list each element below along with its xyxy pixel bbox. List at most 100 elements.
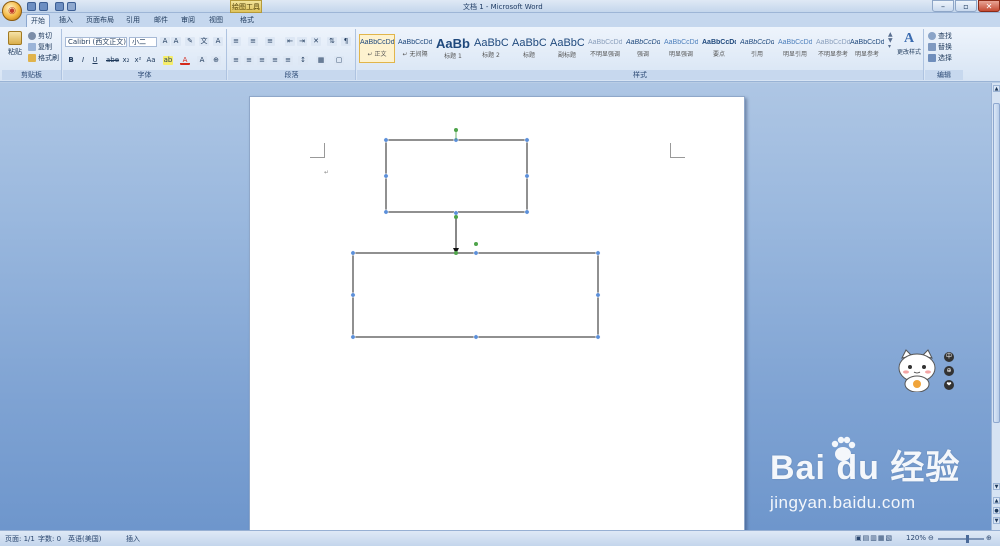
status-language[interactable]: 英语(美国) — [68, 534, 101, 544]
zoom-level[interactable]: 120% — [906, 534, 926, 542]
bullets-button[interactable]: ≡ — [231, 37, 241, 46]
tab-home[interactable]: 开始 — [26, 14, 50, 27]
numbering-button[interactable]: ≡ — [248, 37, 258, 46]
style-no-spacing[interactable]: AaBbCcDd ↵ 无间隔 — [397, 34, 433, 63]
font-color-button[interactable]: A — [180, 56, 190, 65]
prev-page-button[interactable]: ▲ — [993, 497, 1000, 504]
clear-format-button[interactable]: ✎ — [185, 37, 195, 46]
close-button[interactable]: ✕ — [978, 0, 1000, 12]
align-left-button[interactable]: ≡ — [231, 56, 241, 65]
show-marks-button[interactable]: ¶ — [341, 37, 351, 46]
connector-start-handle[interactable] — [454, 215, 458, 219]
view-buttons[interactable]: ▣▤▥▦▧ — [855, 534, 893, 542]
style-heading-2[interactable]: AaBbC 标题 2 — [473, 34, 509, 63]
styles-scroll-buttons[interactable]: ▲ ▼ ▾ — [888, 32, 893, 50]
scroll-thumb[interactable] — [993, 103, 1000, 423]
status-words[interactable]: 字数: 0 — [38, 534, 61, 544]
style-quote[interactable]: AaBbCcDd 引用 — [739, 34, 775, 63]
line-spacing-button[interactable]: ↕ — [298, 56, 308, 65]
style-subtle-emphasis[interactable]: AaBbCcDd 不明显强调 — [587, 34, 623, 63]
distributed-button[interactable]: ≡ — [283, 56, 293, 65]
style-strong[interactable]: AaBbCcDd 要点 — [701, 34, 737, 63]
phonetic-button[interactable]: 文 — [199, 37, 209, 46]
superscript-button[interactable]: x² — [133, 56, 143, 65]
status-mode[interactable]: 插入 — [126, 534, 140, 544]
cut-button[interactable]: 剪切 — [28, 31, 52, 41]
char-shading-button[interactable]: A — [197, 56, 207, 65]
subscript-button[interactable]: x₂ — [121, 56, 131, 65]
style-subtle-reference[interactable]: AaBbCcDd 不明显参考 — [815, 34, 851, 63]
cat-mascot[interactable] — [896, 348, 938, 393]
style-subtitle[interactable]: AaBbC 副标题 — [549, 34, 585, 63]
selection-handles-top[interactable] — [383, 137, 530, 216]
grow-font-button[interactable]: A — [160, 37, 170, 46]
scroll-down-arrow[interactable]: ▼ — [993, 483, 1000, 490]
settings-circle-icon[interactable]: ⊕ — [944, 366, 954, 376]
multilevel-list-button[interactable]: ≡ — [265, 37, 275, 46]
enclose-char-button[interactable]: ⊕ — [211, 56, 221, 65]
tab-review[interactable]: 审阅 — [177, 14, 199, 27]
replace-button[interactable]: 替换 — [928, 42, 952, 52]
font-name-select[interactable]: Calibri (西文正文) — [65, 37, 127, 47]
copy-button[interactable]: 复制 — [28, 42, 52, 52]
paste-button[interactable]: 粘贴 — [5, 31, 25, 57]
tab-view[interactable]: 视图 — [205, 14, 227, 27]
change-case-button[interactable]: Aa — [145, 56, 157, 65]
style-intense-emphasis[interactable]: AaBbCcDd 明显强调 — [663, 34, 699, 63]
shading-button[interactable]: ▦ — [316, 56, 326, 65]
quick-access-extra-icon[interactable] — [67, 2, 76, 11]
tab-page-layout[interactable]: 页面布局 — [82, 14, 118, 27]
rotate-handle-top[interactable] — [454, 128, 458, 132]
browse-object-button[interactable]: ● — [993, 507, 1000, 514]
vertical-scrollbar[interactable]: ▲ ▼ ▲ ● ▼ — [991, 83, 1000, 530]
tab-references[interactable]: 引用 — [122, 14, 144, 27]
zoom-out-button[interactable]: ⊖ — [928, 534, 934, 542]
underline-button[interactable]: U — [90, 56, 100, 65]
document-page[interactable]: ↵ — [249, 96, 745, 536]
select-button[interactable]: 选择 — [928, 53, 952, 63]
style-heading-1[interactable]: AaBb 标题 1 — [435, 34, 471, 63]
font-size-select[interactable]: 小二 — [129, 37, 157, 47]
borders-button[interactable]: ▢ — [334, 56, 344, 65]
style-emphasis[interactable]: AaBbCcDd 强调 — [625, 34, 661, 63]
status-page[interactable]: 页面: 1/1 — [5, 534, 35, 544]
maximize-button[interactable]: ▫ — [955, 0, 977, 12]
selection-handles-bottom[interactable] — [350, 250, 601, 340]
tab-mailings[interactable]: 邮件 — [150, 14, 172, 27]
style-intense-quote[interactable]: AaBbCcDd 明显引用 — [777, 34, 813, 63]
zoom-slider[interactable] — [938, 538, 984, 540]
strikethrough-button[interactable]: abe — [106, 56, 119, 65]
justify-button[interactable]: ≡ — [270, 56, 280, 65]
shrink-font-button[interactable]: A — [171, 37, 181, 46]
italic-button[interactable]: I — [78, 56, 88, 65]
decrease-indent-button[interactable]: ⇤ — [285, 37, 295, 46]
highlight-button[interactable]: ab — [163, 56, 173, 65]
tab-insert[interactable]: 插入 — [55, 14, 77, 27]
style-intense-reference[interactable]: AaBbCcDd 明显参考 — [849, 34, 885, 63]
tab-format[interactable]: 格式 — [236, 14, 258, 27]
format-painter-button[interactable]: 格式刷 — [28, 53, 59, 63]
zoom-slider-thumb[interactable] — [966, 535, 969, 543]
office-orb-icon[interactable]: ◉ — [2, 1, 22, 21]
shape-box-top[interactable] — [385, 139, 528, 213]
bold-button[interactable]: B — [66, 56, 76, 65]
minimize-button[interactable]: – — [932, 0, 954, 12]
style-title[interactable]: AaBbC 标题 — [511, 34, 547, 63]
undo-icon[interactable] — [39, 2, 48, 11]
find-button[interactable]: 查找 — [928, 31, 952, 41]
change-styles-button[interactable]: A 更改样式 — [896, 31, 922, 56]
redo-icon[interactable] — [55, 2, 64, 11]
align-right-button[interactable]: ≡ — [257, 56, 267, 65]
shape-box-bottom[interactable] — [352, 252, 599, 338]
save-icon[interactable] — [27, 2, 36, 11]
char-border-button[interactable]: A — [213, 37, 223, 46]
heart-icon[interactable]: ❤ — [944, 380, 954, 390]
connector-end-handle[interactable] — [454, 251, 458, 255]
align-center-button[interactable]: ≡ — [244, 56, 254, 65]
chinese-layout-button[interactable]: ✕ — [311, 37, 321, 46]
increase-indent-button[interactable]: ⇥ — [297, 37, 307, 46]
input-mode-icon[interactable]: 中 — [944, 352, 954, 362]
rotate-handle-bottom[interactable] — [474, 242, 478, 246]
style-normal[interactable]: AaBbCcDd ↵ 正文 — [359, 34, 395, 63]
sort-button[interactable]: ⇅ — [327, 37, 337, 46]
